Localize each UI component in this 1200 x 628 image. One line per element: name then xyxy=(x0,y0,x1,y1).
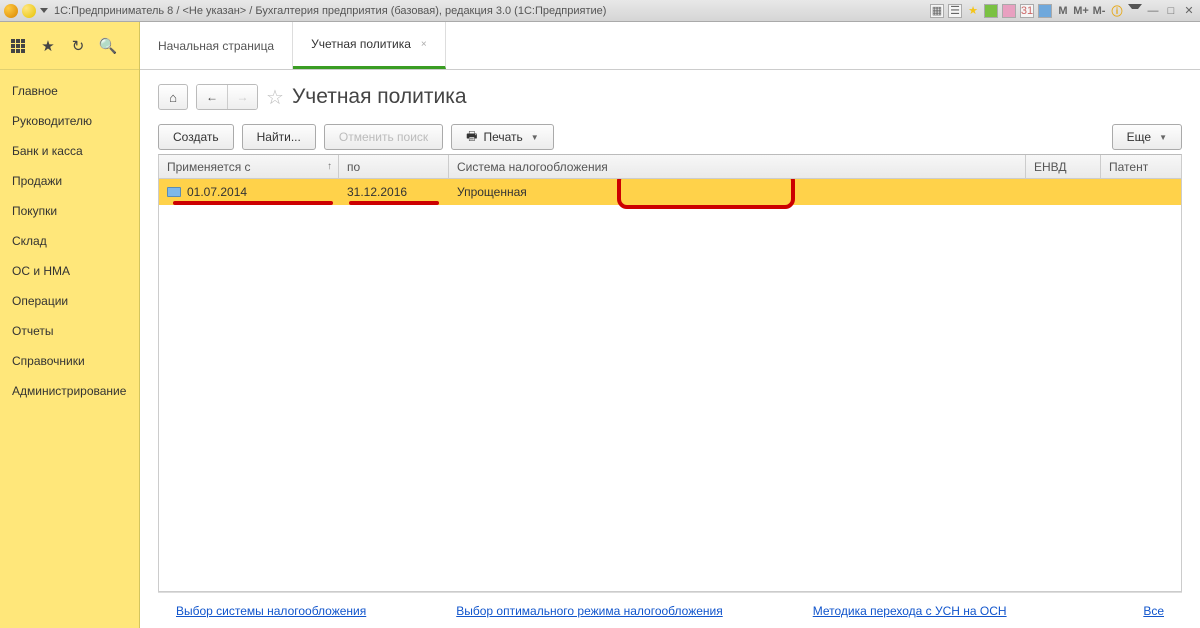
main-area: Начальная страница Учетная политика × ⌂ … xyxy=(140,22,1200,628)
toolbar-icon-2[interactable]: ☰ xyxy=(948,4,962,18)
cancel-search-button[interactable]: Отменить поиск xyxy=(324,124,443,150)
footer-link-optimal[interactable]: Выбор оптимального режима налогообложени… xyxy=(456,604,722,618)
col-header-from[interactable]: Применяется с ↑ xyxy=(159,155,339,178)
row-icon xyxy=(167,187,181,197)
sidebar-item-admin[interactable]: Администрирование xyxy=(0,376,139,406)
chevron-down-icon: ▼ xyxy=(531,133,539,142)
col-header-to[interactable]: по xyxy=(339,155,449,178)
info-icon[interactable]: ⓘ xyxy=(1110,4,1124,18)
sidebar-item-sales[interactable]: Продажи xyxy=(0,166,139,196)
m-icon[interactable]: M xyxy=(1056,4,1070,18)
titlebar-left-icons xyxy=(4,4,48,18)
sidebar-item-manager[interactable]: Руководителю xyxy=(0,106,139,136)
col-header-patent[interactable]: Патент xyxy=(1101,155,1181,178)
cell-tax-system: Упрощенная xyxy=(449,179,1026,205)
nav-forward-button[interactable]: → xyxy=(227,85,257,109)
star-icon[interactable]: ★ xyxy=(966,4,980,18)
cell-envd xyxy=(1026,179,1101,205)
sidebar-item-assets[interactable]: ОС и НМА xyxy=(0,256,139,286)
chevron-down-icon: ▼ xyxy=(1159,133,1167,142)
window-title: 1С:Предприниматель 8 / <Не указан> / Бух… xyxy=(54,5,606,17)
sort-indicator: ↑ xyxy=(327,161,332,172)
titlebar-right-icons: ▦ ☰ ★ 31 M M+ M- ⓘ — □ ✕ xyxy=(930,4,1196,18)
tab-label: Учетная политика xyxy=(311,37,411,51)
create-button[interactable]: Создать xyxy=(158,124,234,150)
sidebar-item-operations[interactable]: Операции xyxy=(0,286,139,316)
grid-header: Применяется с ↑ по Система налогообложен… xyxy=(159,155,1181,179)
sidebar-item-directories[interactable]: Справочники xyxy=(0,346,139,376)
col-header-envd[interactable]: ЕНВД xyxy=(1026,155,1101,178)
maximize-button[interactable]: □ xyxy=(1164,4,1178,18)
nav-buttons: ← → xyxy=(196,84,258,110)
apps-grid-icon[interactable] xyxy=(10,38,26,54)
col-header-system[interactable]: Система налогообложения xyxy=(449,155,1026,178)
footer-link-transition[interactable]: Методика перехода с УСН на ОСН xyxy=(813,604,1007,618)
close-button[interactable]: ✕ xyxy=(1182,4,1196,18)
window-titlebar: 1С:Предприниматель 8 / <Не указан> / Бух… xyxy=(0,0,1200,22)
calendar-icon[interactable]: 31 xyxy=(1020,4,1034,18)
sidebar-item-reports[interactable]: Отчеты xyxy=(0,316,139,346)
sidebar-item-warehouse[interactable]: Склад xyxy=(0,226,139,256)
tab-close-icon[interactable]: × xyxy=(421,39,427,50)
page-title: Учетная политика xyxy=(292,85,467,109)
sidebar-item-bank[interactable]: Банк и касса xyxy=(0,136,139,166)
tab-bar: Начальная страница Учетная политика × xyxy=(140,22,1200,70)
sidebar-item-main[interactable]: Главное xyxy=(0,76,139,106)
find-button[interactable]: Найти... xyxy=(242,124,316,150)
favorite-star-icon[interactable]: ☆ xyxy=(266,85,284,110)
toolbar-icon-green[interactable] xyxy=(984,4,998,18)
page-content: ⌂ ← → ☆ Учетная политика Создать Найти..… xyxy=(140,70,1200,628)
toolbar-icon-pink[interactable] xyxy=(1002,4,1016,18)
more-label: Еще xyxy=(1127,130,1151,144)
footer-link-tax-system[interactable]: Выбор системы налогообложения xyxy=(176,604,366,618)
toolbar-icon-blue[interactable] xyxy=(1038,4,1052,18)
m-minus-icon[interactable]: M- xyxy=(1092,4,1106,18)
toolbar-icon-1[interactable]: ▦ xyxy=(930,4,944,18)
nav-back-button[interactable]: ← xyxy=(197,85,227,109)
annotation-underline-2 xyxy=(349,201,439,205)
page-footer: Выбор системы налогообложения Выбор опти… xyxy=(158,592,1182,628)
titlebar-dropdown-icon[interactable] xyxy=(40,8,48,13)
star-outline-icon[interactable]: ★ xyxy=(40,38,56,54)
history-icon[interactable]: ↻ xyxy=(70,38,86,54)
tab-start-page[interactable]: Начальная страница xyxy=(140,22,293,69)
m-plus-icon[interactable]: M+ xyxy=(1074,4,1088,18)
sidebar-menu: Главное Руководителю Банк и касса Продаж… xyxy=(0,70,139,412)
tab-accounting-policy[interactable]: Учетная политика × xyxy=(293,22,446,69)
cell-patent xyxy=(1101,179,1181,205)
grid-body[interactable]: 01.07.2014 31.12.2016 Упрощенная xyxy=(159,179,1181,591)
search-icon[interactable]: 🔍 xyxy=(100,38,116,54)
sidebar-item-purchases[interactable]: Покупки xyxy=(0,196,139,226)
printer-icon: 🖶 xyxy=(466,127,477,148)
annotation-underline-1 xyxy=(173,201,333,205)
page-header: ⌂ ← → ☆ Учетная политика xyxy=(158,84,1182,110)
home-button[interactable]: ⌂ xyxy=(158,84,188,110)
app-secondary-icon[interactable] xyxy=(22,4,36,18)
app-icon[interactable] xyxy=(4,4,18,18)
sidebar-toolbar: ★ ↻ 🔍 xyxy=(0,22,139,70)
page-toolbar: Создать Найти... Отменить поиск 🖶 Печать… xyxy=(158,124,1182,150)
more-button[interactable]: Еще ▼ xyxy=(1112,124,1182,150)
titlebar-dropdown-2[interactable] xyxy=(1128,4,1142,18)
print-label: Печать xyxy=(483,130,522,144)
data-grid: Применяется с ↑ по Система налогообложен… xyxy=(158,154,1182,592)
sidebar: ★ ↻ 🔍 Главное Руководителю Банк и касса … xyxy=(0,22,140,628)
print-button[interactable]: 🖶 Печать ▼ xyxy=(451,124,554,150)
minimize-button[interactable]: — xyxy=(1146,4,1160,18)
footer-link-all[interactable]: Все xyxy=(1143,604,1164,618)
tab-label: Начальная страница xyxy=(158,39,274,53)
